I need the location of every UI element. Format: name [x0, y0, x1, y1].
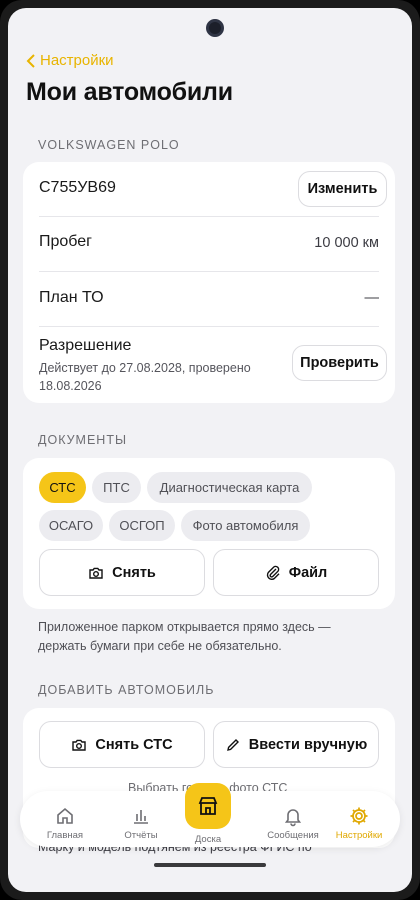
back-link[interactable]: Настройки: [26, 52, 114, 69]
chevron-left-icon: [26, 53, 35, 68]
scan-sts-button[interactable]: Снять СТС: [39, 721, 205, 768]
home-indicator: [154, 863, 266, 867]
manual-entry-label: Ввести вручную: [248, 736, 368, 753]
chip-pts[interactable]: ПТС: [92, 472, 141, 503]
scan-sts-label: Снять СТС: [95, 736, 173, 753]
camera-icon: [89, 567, 103, 579]
tab-board[interactable]: [185, 783, 231, 829]
bell-icon: [284, 809, 302, 827]
documents-note: Приложенное парком открывается прямо зде…: [38, 620, 331, 653]
pencil-icon: [226, 738, 239, 751]
chip-osgop[interactable]: ОСГОП: [109, 510, 175, 541]
tab-reports[interactable]: Отчёты: [106, 791, 176, 847]
tab-settings-label: Настройки: [335, 830, 383, 841]
mileage-label: Пробег: [39, 233, 93, 250]
tab-messages-label: Сообщения: [267, 830, 319, 841]
paperclip-icon: [266, 565, 280, 580]
camera-icon: [72, 739, 87, 751]
take-photo-label: Снять: [112, 564, 156, 581]
edit-button[interactable]: Изменить: [298, 171, 387, 207]
plate-number: С755УВ69: [39, 179, 116, 196]
chip-car-photo[interactable]: Фото автомобиля: [181, 510, 310, 541]
vehicle-card: С755УВ69 Изменить Пробег 10 000 км План …: [23, 162, 395, 403]
permit-detail: Действует до 27.08.2028, проверено 18.08…: [39, 361, 251, 393]
check-permit-button[interactable]: Проверить: [292, 345, 387, 381]
gear-icon: [350, 807, 368, 825]
documents-section-label: ДОКУМЕНТЫ: [38, 433, 128, 447]
tab-messages[interactable]: Сообщения: [258, 791, 328, 847]
attach-file-label: Файл: [288, 564, 328, 581]
take-photo-button[interactable]: Снять: [39, 549, 205, 596]
tab-reports-label: Отчёты: [124, 830, 158, 841]
add-vehicle-section-label: ДОБАВИТЬ АВТОМОБИЛЬ: [38, 683, 215, 697]
mileage-value: 10 000 км: [314, 235, 379, 251]
plate-row: С755УВ69 Изменить: [23, 162, 395, 216]
tab-settings[interactable]: Настройки: [324, 791, 394, 847]
back-link-label: Настройки: [40, 52, 114, 69]
mileage-row[interactable]: Пробег 10 000 км: [23, 217, 395, 271]
chip-diagnostic-card[interactable]: Диагностическая карта: [147, 472, 312, 503]
chart-icon: [134, 810, 148, 824]
manual-entry-button[interactable]: Ввести вручную: [213, 721, 379, 768]
chip-osago[interactable]: ОСАГО: [39, 510, 103, 541]
tab-home-label: Главная: [46, 830, 84, 841]
front-camera: [206, 19, 224, 37]
home-icon: [57, 807, 73, 824]
device-frame: Настройки Мои автомобили VOLKSWAGEN POLO…: [0, 0, 420, 900]
vehicle-section-label: VOLKSWAGEN POLO: [38, 138, 180, 152]
service-plan-label: План ТО: [39, 289, 104, 306]
chip-sts[interactable]: СТС: [39, 472, 86, 503]
service-plan-row[interactable]: План ТО —: [23, 272, 395, 326]
permit-row: Разрешение Действует до 27.08.2028, пров…: [23, 327, 395, 403]
app-screen: Настройки Мои автомобили VOLKSWAGEN POLO…: [8, 8, 412, 892]
bottom-tab-bar: Главная Отчёты Доска Сообщения Настройки: [20, 783, 400, 847]
permit-label: Разрешение: [39, 337, 132, 354]
service-plan-value: —: [364, 290, 380, 306]
tab-board-label: Доска: [194, 834, 222, 845]
attach-file-button[interactable]: Файл: [213, 549, 379, 596]
documents-card: СТС ПТС Диагностическая карта ОСАГО ОСГО…: [23, 458, 395, 609]
tab-home[interactable]: Главная: [30, 791, 100, 847]
page-title: Мои автомобили: [26, 78, 233, 106]
store-icon: [198, 797, 218, 815]
